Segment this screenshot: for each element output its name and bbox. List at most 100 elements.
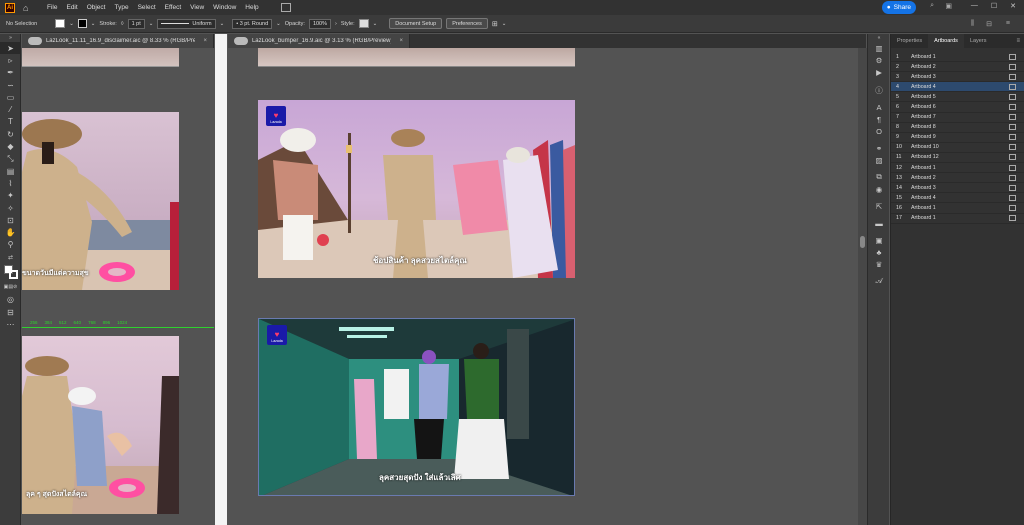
chevron-down-icon[interactable]: ⌄ xyxy=(91,21,96,27)
artboard-options-icon[interactable] xyxy=(1009,194,1016,201)
artboard-options-icon[interactable] xyxy=(1009,114,1016,121)
document-setup-button[interactable]: Document Setup xyxy=(389,18,443,29)
tab-properties[interactable]: Properties xyxy=(891,34,928,48)
opacity-field[interactable]: 100% xyxy=(308,18,332,29)
zoom-tool-icon[interactable]: ⚲ xyxy=(0,239,21,251)
selection-tool-icon[interactable]: ➤ xyxy=(0,42,21,55)
panel-menu-icon[interactable]: ≡ xyxy=(1016,38,1020,44)
arrange-documents-icon[interactable] xyxy=(280,3,291,12)
close-icon[interactable]: × xyxy=(203,38,207,44)
scale-tool-icon[interactable]: ⤡ xyxy=(0,153,21,165)
collapse-icon[interactable]: » xyxy=(0,34,21,42)
more-tools-icon[interactable]: ⋯ xyxy=(0,318,21,330)
eraser-tool-icon[interactable]: ◆ xyxy=(0,140,21,152)
chevron-down-icon[interactable]: ⌄ xyxy=(502,21,507,27)
maximize-icon[interactable]: ☐ xyxy=(991,2,997,10)
glyphs-icon[interactable]: 𝒜 xyxy=(868,275,890,287)
tab-layers[interactable]: Layers xyxy=(964,34,993,48)
eyedropper-tool-icon[interactable]: ⌇ xyxy=(0,177,21,189)
swap-colors-icon[interactable]: ⇄ xyxy=(0,251,21,263)
panel-menu-icon[interactable]: ≡ xyxy=(1006,20,1010,27)
close-icon[interactable]: ✕ xyxy=(1010,2,1016,10)
artboard-options-icon[interactable] xyxy=(1009,154,1016,161)
artboard-options-icon[interactable] xyxy=(1009,174,1016,181)
artboard-options-icon[interactable] xyxy=(1009,164,1016,171)
artboard-row[interactable]: 14 Artboard 3 xyxy=(891,183,1024,194)
stroke-swatch[interactable] xyxy=(77,19,87,28)
fill-swatch[interactable] xyxy=(55,19,66,28)
artboard-row[interactable]: 6 Artboard 6 xyxy=(891,102,1024,113)
menu-view[interactable]: View xyxy=(190,4,204,11)
artboard-options-icon[interactable] xyxy=(1009,204,1016,211)
play-icon[interactable]: ▶ xyxy=(868,66,890,78)
menu-window[interactable]: Window xyxy=(213,4,236,11)
chevron-right-icon[interactable]: › xyxy=(335,21,337,27)
variable-width-select[interactable]: Uniform xyxy=(157,18,216,29)
doc-tab-disclaimer[interactable]: LazLook_11.11_16.9_disclaimer.aic @ 8.33… xyxy=(22,34,214,48)
hand-tool-icon[interactable]: ✋ xyxy=(0,226,21,238)
menu-file[interactable]: File xyxy=(47,4,57,11)
artboard-row[interactable]: 1 Artboard 1 xyxy=(891,52,1024,63)
menu-type[interactable]: Type xyxy=(114,4,128,11)
libraries-icon[interactable]: ⚙ xyxy=(868,54,890,66)
rectangle-tool-icon[interactable]: ▭ xyxy=(0,91,21,103)
screen-mode-icon[interactable]: ⊟ xyxy=(0,306,21,318)
artboard-row[interactable]: 10 Artboard 10 xyxy=(891,143,1024,153)
symbol-sprayer-tool-icon[interactable]: ✧ xyxy=(0,202,21,214)
brush-select[interactable]: • 3 pt. Round xyxy=(232,18,273,29)
artboard-row[interactable]: 17 Artboard 1 xyxy=(891,214,1024,224)
artboard-row[interactable]: 11 Artboard 12 xyxy=(891,153,1024,164)
artboard-tool-icon[interactable]: ⊡ xyxy=(0,214,21,226)
transform-icon[interactable]: ⊟ xyxy=(986,20,992,28)
canvas-right[interactable]: ♥ Lazada ช้อปสินค้า ลุคสวยสไตล์คุณ ♥ Laz… xyxy=(228,48,867,525)
canvas-left[interactable]: ขนาดวันมีแต่ความสุข 256 384 512 640 768 … xyxy=(22,48,214,525)
chevron-down-icon[interactable]: ⌄ xyxy=(220,21,225,27)
artboard-options-icon[interactable] xyxy=(1009,53,1016,60)
home-icon[interactable]: ⌂ xyxy=(23,3,33,13)
artboard-row[interactable]: 13 Artboard 2 xyxy=(891,173,1024,184)
vertical-scrollbar[interactable] xyxy=(858,48,867,525)
links-icon[interactable]: ⚭ xyxy=(868,142,890,154)
puppet-warp-icon[interactable]: ♛ xyxy=(868,258,890,270)
artboard-row[interactable]: 2 Artboard 2 xyxy=(891,62,1024,73)
close-icon[interactable]: × xyxy=(399,38,403,44)
appearance-icon[interactable]: ◉ xyxy=(868,183,890,195)
artboard-row[interactable]: 7 Artboard 7 xyxy=(891,113,1024,123)
artboard-row[interactable]: 16 Artboard 1 xyxy=(891,203,1024,214)
menu-edit[interactable]: Edit xyxy=(66,4,77,11)
chevron-down-icon[interactable]: ⌄ xyxy=(373,21,378,27)
artboard-options-icon[interactable] xyxy=(1009,144,1016,151)
tab-artboards[interactable]: Artboards xyxy=(928,34,964,48)
chevron-down-icon[interactable]: ⌄ xyxy=(276,21,281,27)
artboard-options-icon[interactable] xyxy=(1009,104,1016,111)
artboard-options-icon[interactable] xyxy=(1009,93,1016,100)
blend-tool-icon[interactable]: ✦ xyxy=(0,190,21,202)
artboard-options-icon[interactable] xyxy=(1009,124,1016,131)
color-mode-icon[interactable]: ▣▤⊘ xyxy=(0,281,21,293)
artboard-row[interactable]: 3 Artboard 3 xyxy=(891,72,1024,83)
artboard-row[interactable]: 8 Artboard 8 xyxy=(891,123,1024,133)
share-button[interactable]: ● Share xyxy=(881,1,916,14)
menu-effect[interactable]: Effect xyxy=(165,4,182,11)
search-icon[interactable]: ⌕ xyxy=(930,2,934,10)
arrange-icon[interactable]: ⊞ xyxy=(492,20,498,28)
curvature-tool-icon[interactable]: ∽ xyxy=(0,79,21,91)
menu-help[interactable]: Help xyxy=(245,4,258,11)
stroke-weight-field[interactable]: 1 pt xyxy=(127,18,145,29)
doc-tab-bumper[interactable]: LazLook_bumper_16.9.aic @ 3.13 % (RGB/Pr… xyxy=(228,34,410,48)
chevron-down-icon[interactable]: ⌄ xyxy=(149,21,154,27)
minimize-icon[interactable]: — xyxy=(971,2,978,10)
artboard-options-icon[interactable] xyxy=(1009,63,1016,70)
character-icon[interactable]: A xyxy=(868,101,890,113)
preferences-button[interactable]: Preferences xyxy=(446,18,488,29)
artboard-options-icon[interactable] xyxy=(1009,134,1016,141)
info-icon[interactable]: ⓘ xyxy=(868,84,890,96)
workspace-icon[interactable]: ▣ xyxy=(945,2,952,10)
artboard-options-icon[interactable] xyxy=(1009,184,1016,191)
artboard-row[interactable]: 9 Artboard 9 xyxy=(891,133,1024,143)
menu-object[interactable]: Object xyxy=(87,4,106,11)
symbols-icon[interactable]: ♣ xyxy=(868,246,890,258)
artboard-row[interactable]: 15 Artboard 4 xyxy=(891,193,1024,204)
scrollbar-thumb[interactable] xyxy=(860,236,865,248)
color-panel-icon[interactable]: ▥ xyxy=(868,42,890,54)
